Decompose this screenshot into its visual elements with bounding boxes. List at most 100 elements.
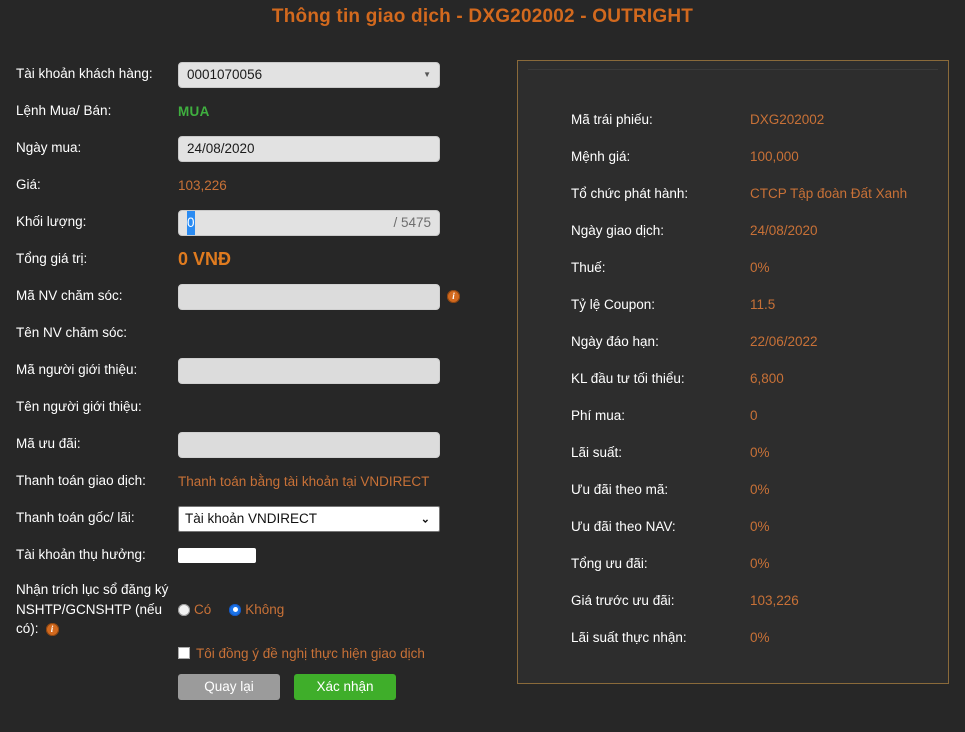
- bond-info-label: Ưu đãi theo NAV:: [571, 519, 676, 534]
- total-value-label: Tổng giá trị:: [16, 251, 88, 267]
- bond-info-label: Thuế:: [571, 260, 606, 275]
- bond-info-value: 0%: [750, 445, 770, 460]
- bond-info-row: Ngày đáo hạn: 22/06/2022: [518, 323, 948, 360]
- form-row-register-extract: Nhận trích lục sổ đăng ký NSHTP/GCNSHTP …: [0, 574, 500, 636]
- radio-option-co[interactable]: Có: [178, 602, 211, 617]
- checkbox-icon[interactable]: [178, 647, 190, 659]
- info-icon[interactable]: i: [45, 623, 59, 637]
- page-title: Thông tin giao dịch - DXG202002 - OUTRIG…: [271, 6, 694, 27]
- register-extract-label: Nhận trích lục sổ đăng ký NSHTP/GCNSHTP …: [0, 580, 178, 639]
- form-row-price: Giá: 103,226: [0, 167, 500, 204]
- bond-info-value: 0%: [750, 260, 770, 275]
- bond-info-label: KL đầu tư tối thiểu:: [571, 371, 685, 386]
- confirm-button[interactable]: Xác nhận: [294, 674, 396, 700]
- agree-checkbox-row[interactable]: Tôi đồng ý đề nghị thực hiện giao dịch: [178, 646, 425, 661]
- register-extract-label-line2: NSHTP/GCNSHTP (nếu có):: [16, 601, 163, 637]
- care-staff-code-label: Mã NV chăm sóc:: [16, 288, 123, 304]
- total-value-amount: 0 VNĐ: [178, 249, 232, 269]
- transaction-info-page: Thông tin giao dịch - DXG202002 - OUTRIG…: [0, 0, 965, 732]
- radio-icon-selected: [229, 603, 242, 616]
- bond-info-row: Tổ chức phát hành: CTCP Tập đoàn Đất Xanh: [518, 175, 948, 212]
- bond-info-value: DXG202002: [750, 112, 825, 127]
- form-row-order-side: Lệnh Mua/ Bán: MUA: [0, 93, 500, 130]
- bond-info-value: 11.5: [750, 297, 776, 312]
- bond-info-label: Tổng ưu đãi:: [571, 556, 648, 571]
- bond-info-panel: Mã trái phiếu: DXG202002 Mệnh giá: 100,000 T…: [517, 60, 949, 684]
- bond-info-label: Lãi suất thực nhận:: [571, 630, 687, 645]
- form-row-quantity: Khối lượng: 0 / 5475: [0, 204, 500, 241]
- bond-info-row: Lãi suất: 0%: [518, 434, 948, 471]
- register-extract-label-line1: Nhận trích lục sổ đăng ký: [16, 582, 169, 597]
- bond-info-label: Mệnh giá:: [571, 149, 631, 164]
- bond-info-value: 0%: [750, 519, 770, 534]
- bond-info-row: Thuế: 0%: [518, 249, 948, 286]
- info-icon[interactable]: i: [447, 290, 460, 303]
- referrer-code-label: Mã người giới thiệu:: [16, 362, 138, 378]
- redacted-beneficiary-account: [178, 548, 256, 563]
- bond-info-rows: Mã trái phiếu: DXG202002 Mệnh giá: 100,000 T…: [518, 101, 948, 656]
- bond-info-label: Mã trái phiếu:: [571, 112, 653, 127]
- order-side-label: Lệnh Mua/ Bán:: [16, 103, 112, 119]
- customer-account-value: 0001070056: [187, 66, 263, 82]
- bond-info-label: Phí mua:: [571, 408, 626, 423]
- quantity-label: Khối lượng:: [16, 214, 87, 230]
- bond-info-value: 103,226: [750, 593, 799, 608]
- bond-info-label: Giá trước ưu đãi:: [571, 593, 675, 608]
- bond-info-row: Tỷ lệ Coupon: 11.5: [518, 286, 948, 323]
- radio-option-khong[interactable]: Không: [229, 602, 284, 617]
- transaction-form: Tài khoản khách hàng: 0001070056 ▼ Lệnh …: [0, 56, 500, 704]
- bond-info-row: KL đầu tư tối thiểu: 6,800: [518, 360, 948, 397]
- beneficiary-account-label: Tài khoản thụ hưởng:: [16, 547, 146, 563]
- buy-date-input[interactable]: 24/08/2020: [178, 135, 440, 162]
- bond-info-label: Ngày đáo hạn:: [571, 334, 659, 349]
- bond-info-row: Mệnh giá: 100,000: [518, 138, 948, 175]
- agree-label: Tôi đồng ý đề nghị thực hiện giao dịch: [196, 645, 425, 661]
- bond-info-row: Giá trước ưu đãi: 103,226: [518, 582, 948, 619]
- care-staff-code-input[interactable]: [178, 283, 440, 310]
- form-row-account: Tài khoản khách hàng: 0001070056 ▼: [0, 56, 500, 93]
- bond-info-value: 24/08/2020: [750, 223, 818, 238]
- register-extract-label-line2-wrap: NSHTP/GCNSHTP (nếu có): i: [16, 600, 178, 639]
- bond-info-value: 6,800: [750, 371, 784, 386]
- bond-info-row: Tổng ưu đãi: 0%: [518, 545, 948, 582]
- buy-date-value: 24/08/2020: [187, 140, 255, 156]
- principal-interest-select[interactable]: Tài khoản VNDIRECT: [178, 505, 440, 532]
- quantity-input[interactable]: 0 / 5475: [178, 209, 440, 236]
- action-buttons: Quay lại Xác nhận: [178, 674, 396, 700]
- payment-method-label: Thanh toán giao dịch:: [16, 473, 146, 489]
- price-label: Giá:: [16, 177, 41, 193]
- form-row-principal-interest: Thanh toán gốc/ lãi: Tài khoản VNDIRECT …: [0, 500, 500, 537]
- bond-info-value: 100,000: [750, 149, 799, 164]
- bond-info-value: 0%: [750, 482, 770, 497]
- customer-account-select[interactable]: 0001070056 ▼: [178, 61, 440, 88]
- principal-interest-label: Thanh toán gốc/ lãi:: [16, 510, 135, 526]
- panel-divider: [528, 69, 938, 70]
- quantity-max-suffix: / 5475: [393, 214, 431, 230]
- bond-info-row: Ưu đãi theo mã: 0%: [518, 471, 948, 508]
- form-row-payment-method: Thanh toán giao dịch: Thanh toán bằng tà…: [0, 463, 500, 500]
- buy-date-label: Ngày mua:: [16, 140, 82, 156]
- form-row-buy-date: Ngày mua: 24/08/2020: [0, 130, 500, 167]
- form-row-agree: Tôi đồng ý đề nghị thực hiện giao dịch: [0, 636, 500, 670]
- bond-info-value: 22/06/2022: [750, 334, 818, 349]
- bond-info-row: Mã trái phiếu: DXG202002: [518, 101, 948, 138]
- promo-code-input[interactable]: [178, 431, 440, 458]
- promo-code-label: Mã ưu đãi:: [16, 436, 81, 452]
- back-button[interactable]: Quay lại: [178, 674, 280, 700]
- chevron-down-icon: ▼: [423, 69, 431, 79]
- care-staff-name-label: Tên NV chăm sóc:: [16, 325, 128, 341]
- bond-info-row: Ưu đãi theo NAV: 0%: [518, 508, 948, 545]
- bond-info-value: 0%: [750, 630, 770, 645]
- bond-info-value: 0%: [750, 556, 770, 571]
- bond-info-value: 0: [750, 408, 758, 423]
- bond-info-label: Tỷ lệ Coupon:: [571, 297, 656, 312]
- register-extract-radio-group: Có Không: [178, 602, 284, 617]
- form-row-care-staff-code: Mã NV chăm sóc: i: [0, 278, 500, 315]
- form-row-beneficiary-account: Tài khoản thụ hưởng:: [0, 537, 500, 574]
- radio-option-co-label: Có: [194, 602, 212, 617]
- form-row-buttons: Quay lại Xác nhận: [0, 670, 500, 704]
- referrer-code-input[interactable]: [178, 357, 440, 384]
- radio-icon: [178, 603, 190, 616]
- form-row-care-staff-name: Tên NV chăm sóc:: [0, 315, 500, 352]
- bond-info-value: CTCP Tập đoàn Đất Xanh: [750, 186, 908, 201]
